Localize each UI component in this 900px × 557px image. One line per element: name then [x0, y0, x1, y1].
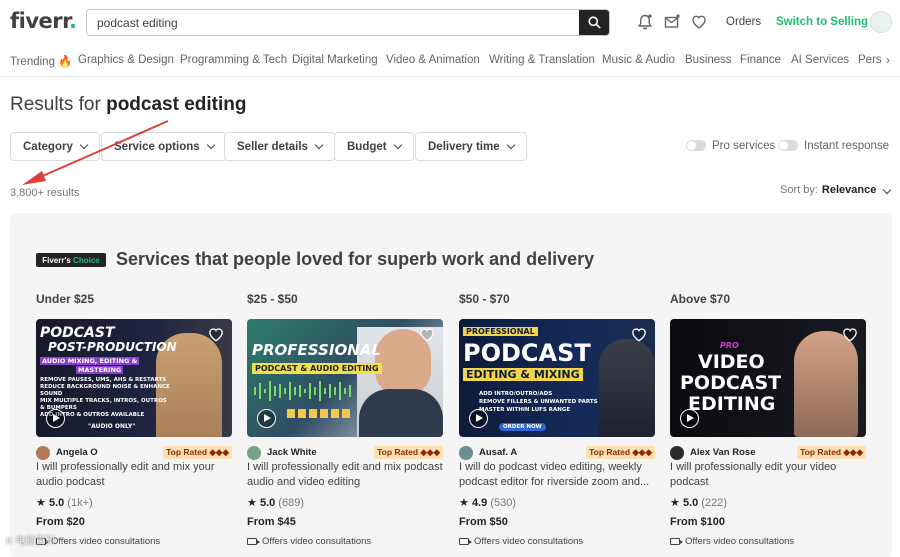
seller-photo-body: [359, 389, 443, 437]
play-icon[interactable]: [257, 409, 276, 428]
thumb-text: REDUCE BACKGROUND NOISE & ENHANCE: [40, 384, 170, 390]
panel-title: Services that people loved for superb wo…: [116, 249, 595, 269]
seller-name[interactable]: Alex Van Rose: [690, 447, 755, 458]
thumb-text: REMOVE PAUSES, UMS, AHS & RESTARTS: [40, 377, 167, 383]
gig-card[interactable]: PODCAST POST-PRODUCTION AUDIO MIXING, ED…: [36, 319, 232, 547]
thumb-text: ORDER NOW: [499, 423, 546, 431]
gig-rating: ★ 5.0 (222): [670, 497, 727, 509]
seller-name[interactable]: Angela O: [56, 447, 98, 458]
thumb-text: REMOVE FILLERS & UNWANTED PARTS: [479, 399, 598, 405]
thumb-text: EDITING: [688, 393, 776, 415]
price-column-header: $25 - $50: [247, 292, 298, 306]
video-camera-icon: [459, 538, 472, 545]
consultation-note: Offers video consultations: [670, 536, 794, 547]
thumb-text: PROFESSIONAL: [463, 327, 538, 336]
avatar[interactable]: [247, 446, 261, 460]
price-column-header: Under $25: [36, 292, 95, 306]
gig-title[interactable]: I will professionally edit your video po…: [670, 460, 866, 490]
gig-title[interactable]: I will do podcast video editing, weekly …: [459, 460, 655, 490]
seller-row: Angela O Top Rated ◆◆◆: [36, 446, 232, 460]
favorite-heart-icon[interactable]: [842, 327, 858, 342]
avatar[interactable]: [36, 446, 50, 460]
gig-card[interactable]: PRO VIDEO PODCAST EDITING Alex Van Rose …: [670, 319, 866, 547]
gig-card[interactable]: PROFESSIONAL PODCAST & AUDIO EDITING Jac…: [247, 319, 443, 547]
thumb-text: AUDIO MIXING, EDITING &: [40, 357, 140, 365]
thumb-text: MASTERING: [76, 366, 124, 374]
thumb-text: SOUND: [40, 391, 63, 397]
gig-rating: ★ 5.0 (1k+): [36, 497, 93, 509]
gig-thumbnail[interactable]: PROFESSIONAL PODCAST & AUDIO EDITING: [247, 319, 443, 437]
thumb-text: POST-PRODUCTION: [48, 340, 177, 354]
thumb-text: ADD INTRO/OUTRO/ADS: [479, 391, 553, 397]
watermark: K 电脑百科: [6, 536, 56, 547]
thumb-text: MIX MULTIPLE TRACKS, INTROS, OUTROS: [40, 398, 167, 404]
app-icons-row: [287, 409, 353, 418]
gig-title[interactable]: I will professionally edit and mix podca…: [247, 460, 443, 490]
favorite-heart-icon[interactable]: [419, 327, 435, 342]
thumb-text: PODCAST & AUDIO EDITING: [252, 363, 382, 374]
gig-price: From $20: [36, 516, 85, 528]
thumb-text: PODCAST: [680, 372, 782, 394]
gig-card[interactable]: PROFESSIONAL PODCAST EDITING & MIXING AD…: [459, 319, 655, 547]
thumb-text: MASTER WITHIN LUFS RANGE: [479, 407, 571, 413]
gig-price: From $100: [670, 516, 726, 528]
seller-photo: [794, 331, 858, 437]
thumb-text: "AUDIO ONLY": [88, 423, 136, 430]
thumb-text: PODCAST: [40, 325, 115, 341]
top-rated-badge: Top Rated ◆◆◆: [586, 446, 655, 459]
price-column-header: $50 - $70: [459, 292, 510, 306]
top-rated-badge: Top Rated ◆◆◆: [374, 446, 443, 459]
thumb-text: PRO: [720, 341, 739, 350]
gig-rating: ★ 5.0 (689): [247, 497, 304, 509]
consultation-note: Offers video consultations: [459, 536, 583, 547]
fiverrs-choice-badge: Fiverr's Choice: [36, 253, 106, 267]
price-column-header: Above $70: [670, 292, 731, 306]
top-rated-badge: Top Rated ◆◆◆: [797, 446, 866, 459]
gig-thumbnail[interactable]: PROFESSIONAL PODCAST EDITING & MIXING AD…: [459, 319, 655, 437]
video-camera-icon: [247, 538, 260, 545]
gig-rating: ★ 4.9 (530): [459, 497, 516, 509]
waveform-graphic: [254, 381, 351, 401]
star-icon: ★: [459, 497, 469, 509]
play-icon[interactable]: [46, 409, 65, 428]
gig-thumbnail[interactable]: PODCAST POST-PRODUCTION AUDIO MIXING, ED…: [36, 319, 232, 437]
seller-row: Alex Van Rose Top Rated ◆◆◆: [670, 446, 866, 460]
thumb-text: PODCAST: [463, 339, 591, 367]
gig-title[interactable]: I will professionally edit and mix your …: [36, 460, 232, 490]
seller-row: Ausaf. A Top Rated ◆◆◆: [459, 446, 655, 460]
avatar[interactable]: [459, 446, 473, 460]
star-icon: ★: [247, 497, 257, 509]
favorite-heart-icon[interactable]: [208, 327, 224, 342]
gig-price: From $45: [247, 516, 296, 528]
top-rated-badge: Top Rated ◆◆◆: [163, 446, 232, 459]
avatar[interactable]: [670, 446, 684, 460]
star-icon: ★: [670, 497, 680, 509]
play-icon[interactable]: [469, 409, 488, 428]
video-camera-icon: [670, 538, 683, 545]
seller-row: Jack White Top Rated ◆◆◆: [247, 446, 443, 460]
thumb-text: VIDEO: [698, 351, 765, 373]
thumb-text: EDITING & MIXING: [463, 368, 583, 381]
star-icon: ★: [36, 497, 46, 509]
seller-name[interactable]: Ausaf. A: [479, 447, 517, 458]
seller-name[interactable]: Jack White: [267, 447, 317, 458]
seller-photo: [599, 339, 655, 437]
thumb-text: PROFESSIONAL: [252, 341, 381, 359]
play-icon[interactable]: [680, 409, 699, 428]
favorite-heart-icon[interactable]: [631, 327, 647, 342]
gig-price: From $50: [459, 516, 508, 528]
gig-thumbnail[interactable]: PRO VIDEO PODCAST EDITING: [670, 319, 866, 437]
consultation-note: Offers video consultations: [247, 536, 371, 547]
